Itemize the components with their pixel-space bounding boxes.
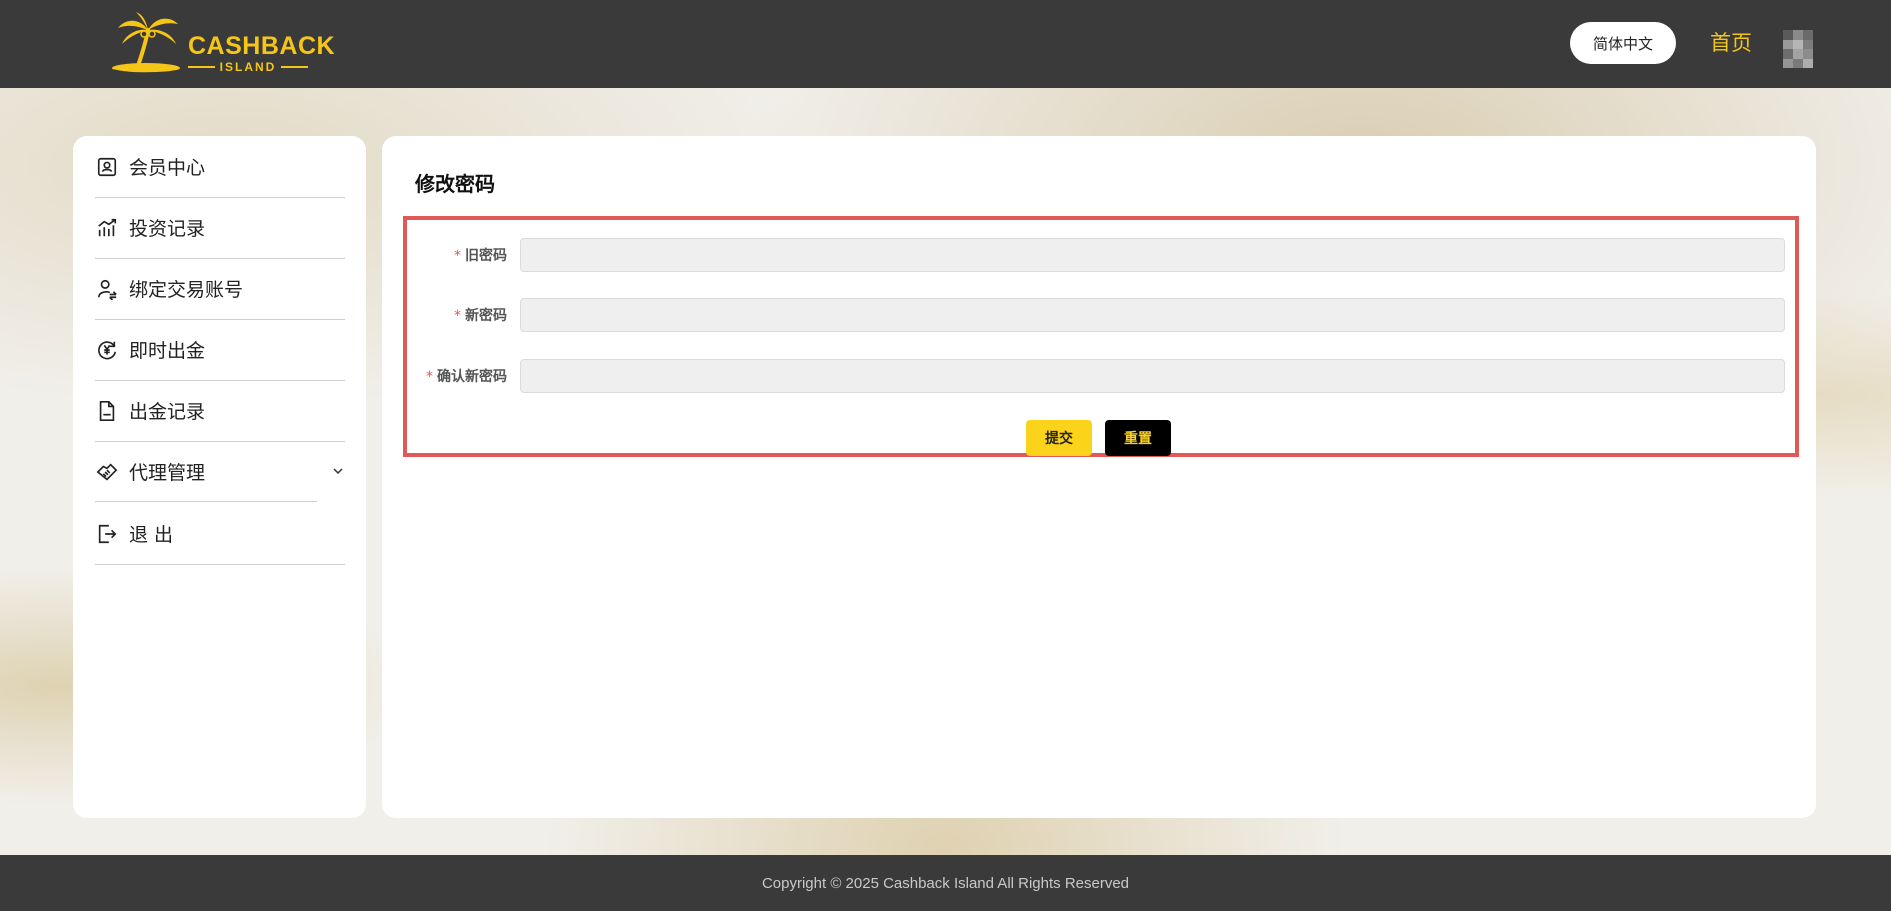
password-form-highlight: * 旧密码 * 新密码 * 确认新密码 提交 重置 — [403, 216, 1799, 457]
sidebar-item-label: 代理管理 — [129, 462, 206, 484]
logout-icon — [95, 522, 119, 546]
new-password-row: * 新密码 — [407, 297, 1795, 333]
sidebar-item-member-center[interactable]: 会员中心 — [95, 136, 345, 198]
language-select-button[interactable]: 简体中文 — [1570, 22, 1676, 64]
avatar[interactable] — [1783, 30, 1813, 68]
logo-line-right — [281, 66, 309, 68]
page-title: 修改密码 — [415, 172, 495, 196]
reset-button[interactable]: 重置 — [1105, 420, 1171, 456]
logo-subtext-row: ISLAND — [188, 60, 309, 74]
handshake-icon — [95, 460, 119, 484]
top-header: CASHBACK ISLAND 简体中文 首页 — [0, 0, 1891, 88]
old-password-row: * 旧密码 — [407, 237, 1795, 273]
logo[interactable]: CASHBACK ISLAND — [108, 12, 335, 76]
main-content: 修改密码 * 旧密码 * 新密码 * 确认新密码 提交 重置 — [382, 136, 1816, 818]
sidebar-item-label: 退 出 — [129, 524, 174, 546]
sidebar-item-withdrawal-records[interactable]: 出金记录 — [95, 380, 345, 442]
sidebar-item-bind-trading-account[interactable]: 绑定交易账号 — [95, 258, 345, 320]
new-password-input[interactable] — [520, 298, 1785, 332]
sidebar-item-label: 即时出金 — [129, 340, 206, 362]
sidebar-item-label: 会员中心 — [129, 157, 206, 179]
confirm-password-row: * 确认新密码 — [407, 358, 1795, 394]
sidebar-item-agent-management[interactable]: 代理管理 — [95, 441, 345, 502]
yen-coin-icon — [95, 338, 119, 362]
sidebar-item-investment-records[interactable]: 投资记录 — [95, 197, 345, 259]
chart-icon — [95, 216, 119, 240]
home-link[interactable]: 首页 — [1710, 28, 1752, 58]
palm-island-logo-icon — [112, 12, 181, 74]
sidebar-item-label: 投资记录 — [129, 218, 206, 240]
logo-line-left — [188, 66, 215, 68]
sidebar-item-instant-withdrawal[interactable]: 即时出金 — [95, 319, 345, 381]
confirm-password-label: * 确认新密码 — [426, 369, 507, 385]
user-transfer-icon — [95, 277, 119, 301]
logo-subtext: ISLAND — [219, 60, 277, 74]
sidebar: 会员中心 投资记录 绑定交易账号 即时出金 出金记录 代理管理 退 出 — [73, 136, 366, 818]
footer: Copyright © 2025 Cashback Island All Rig… — [0, 855, 1891, 911]
old-password-input[interactable] — [520, 238, 1785, 272]
sidebar-item-label: 绑定交易账号 — [129, 279, 244, 301]
submit-button[interactable]: 提交 — [1026, 420, 1092, 456]
document-icon — [95, 399, 119, 423]
confirm-password-input[interactable] — [520, 359, 1785, 393]
copyright-text: Copyright © 2025 Cashback Island All Rig… — [761, 874, 1130, 892]
member-card-icon — [95, 155, 119, 179]
logo-text: CASHBACK — [188, 32, 336, 60]
chevron-down-icon[interactable] — [331, 464, 345, 478]
sidebar-item-label: 出金记录 — [129, 401, 206, 423]
sidebar-item-logout[interactable]: 退 出 — [95, 503, 345, 565]
old-password-label: * 旧密码 — [454, 248, 507, 264]
new-password-label: * 新密码 — [454, 308, 507, 324]
